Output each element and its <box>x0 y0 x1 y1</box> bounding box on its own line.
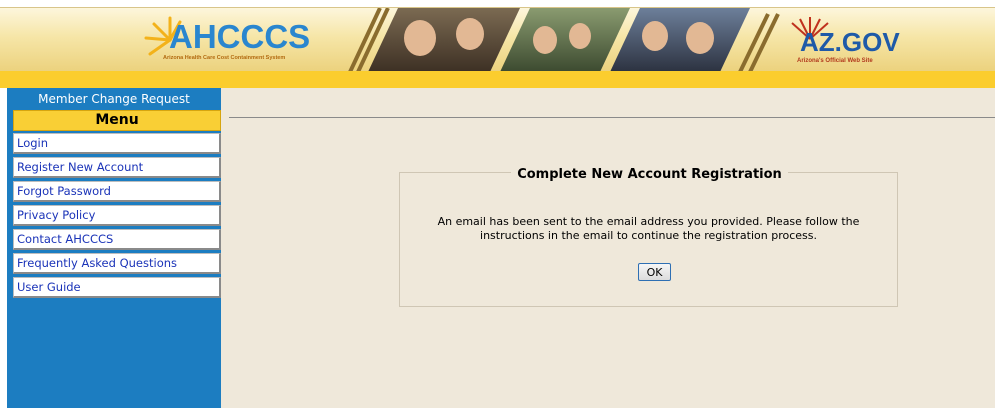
main-content: Complete New Account Registration An ema… <box>221 88 995 408</box>
ahcccs-logo[interactable]: AHCCCS <box>169 20 310 53</box>
menu-heading: Menu <box>13 110 221 131</box>
banner-accent-bar <box>0 71 995 88</box>
confirmation-message: An email has been sent to the email addr… <box>437 215 860 242</box>
menu-item-login[interactable]: Login <box>13 133 221 154</box>
menu-item-faq[interactable]: Frequently Asked Questions <box>13 253 221 274</box>
sidebar-title: Member Change Request <box>38 92 190 106</box>
ahcccs-logo-subtitle: Arizona Health Care Cost Containment Sys… <box>163 55 286 61</box>
header-banner: AHCCCS Arizona Health Care Cost Containm… <box>0 7 995 71</box>
menu-item-forgot-password[interactable]: Forgot Password <box>13 181 221 202</box>
ok-button[interactable]: OK <box>638 263 671 281</box>
banner-photo-collage <box>348 8 780 71</box>
sidebar: Member Change Request Menu Login Registe… <box>7 88 221 408</box>
menu-item-user-guide[interactable]: User Guide <box>13 277 221 298</box>
azgov-logo[interactable]: AZ.GOV <box>800 29 900 55</box>
divider <box>229 117 995 118</box>
menu-item-register-new-account[interactable]: Register New Account <box>13 157 221 178</box>
panel-title-wrap: Complete New Account Registration <box>400 163 899 182</box>
azgov-logo-subtitle: Arizona's Official Web Site <box>797 58 873 64</box>
menu-item-privacy-policy[interactable]: Privacy Policy <box>13 205 221 226</box>
panel-title: Complete New Account Registration <box>511 167 788 182</box>
menu-item-contact-ahcccs[interactable]: Contact AHCCCS <box>13 229 221 250</box>
registration-panel: Complete New Account Registration An ema… <box>399 167 898 307</box>
